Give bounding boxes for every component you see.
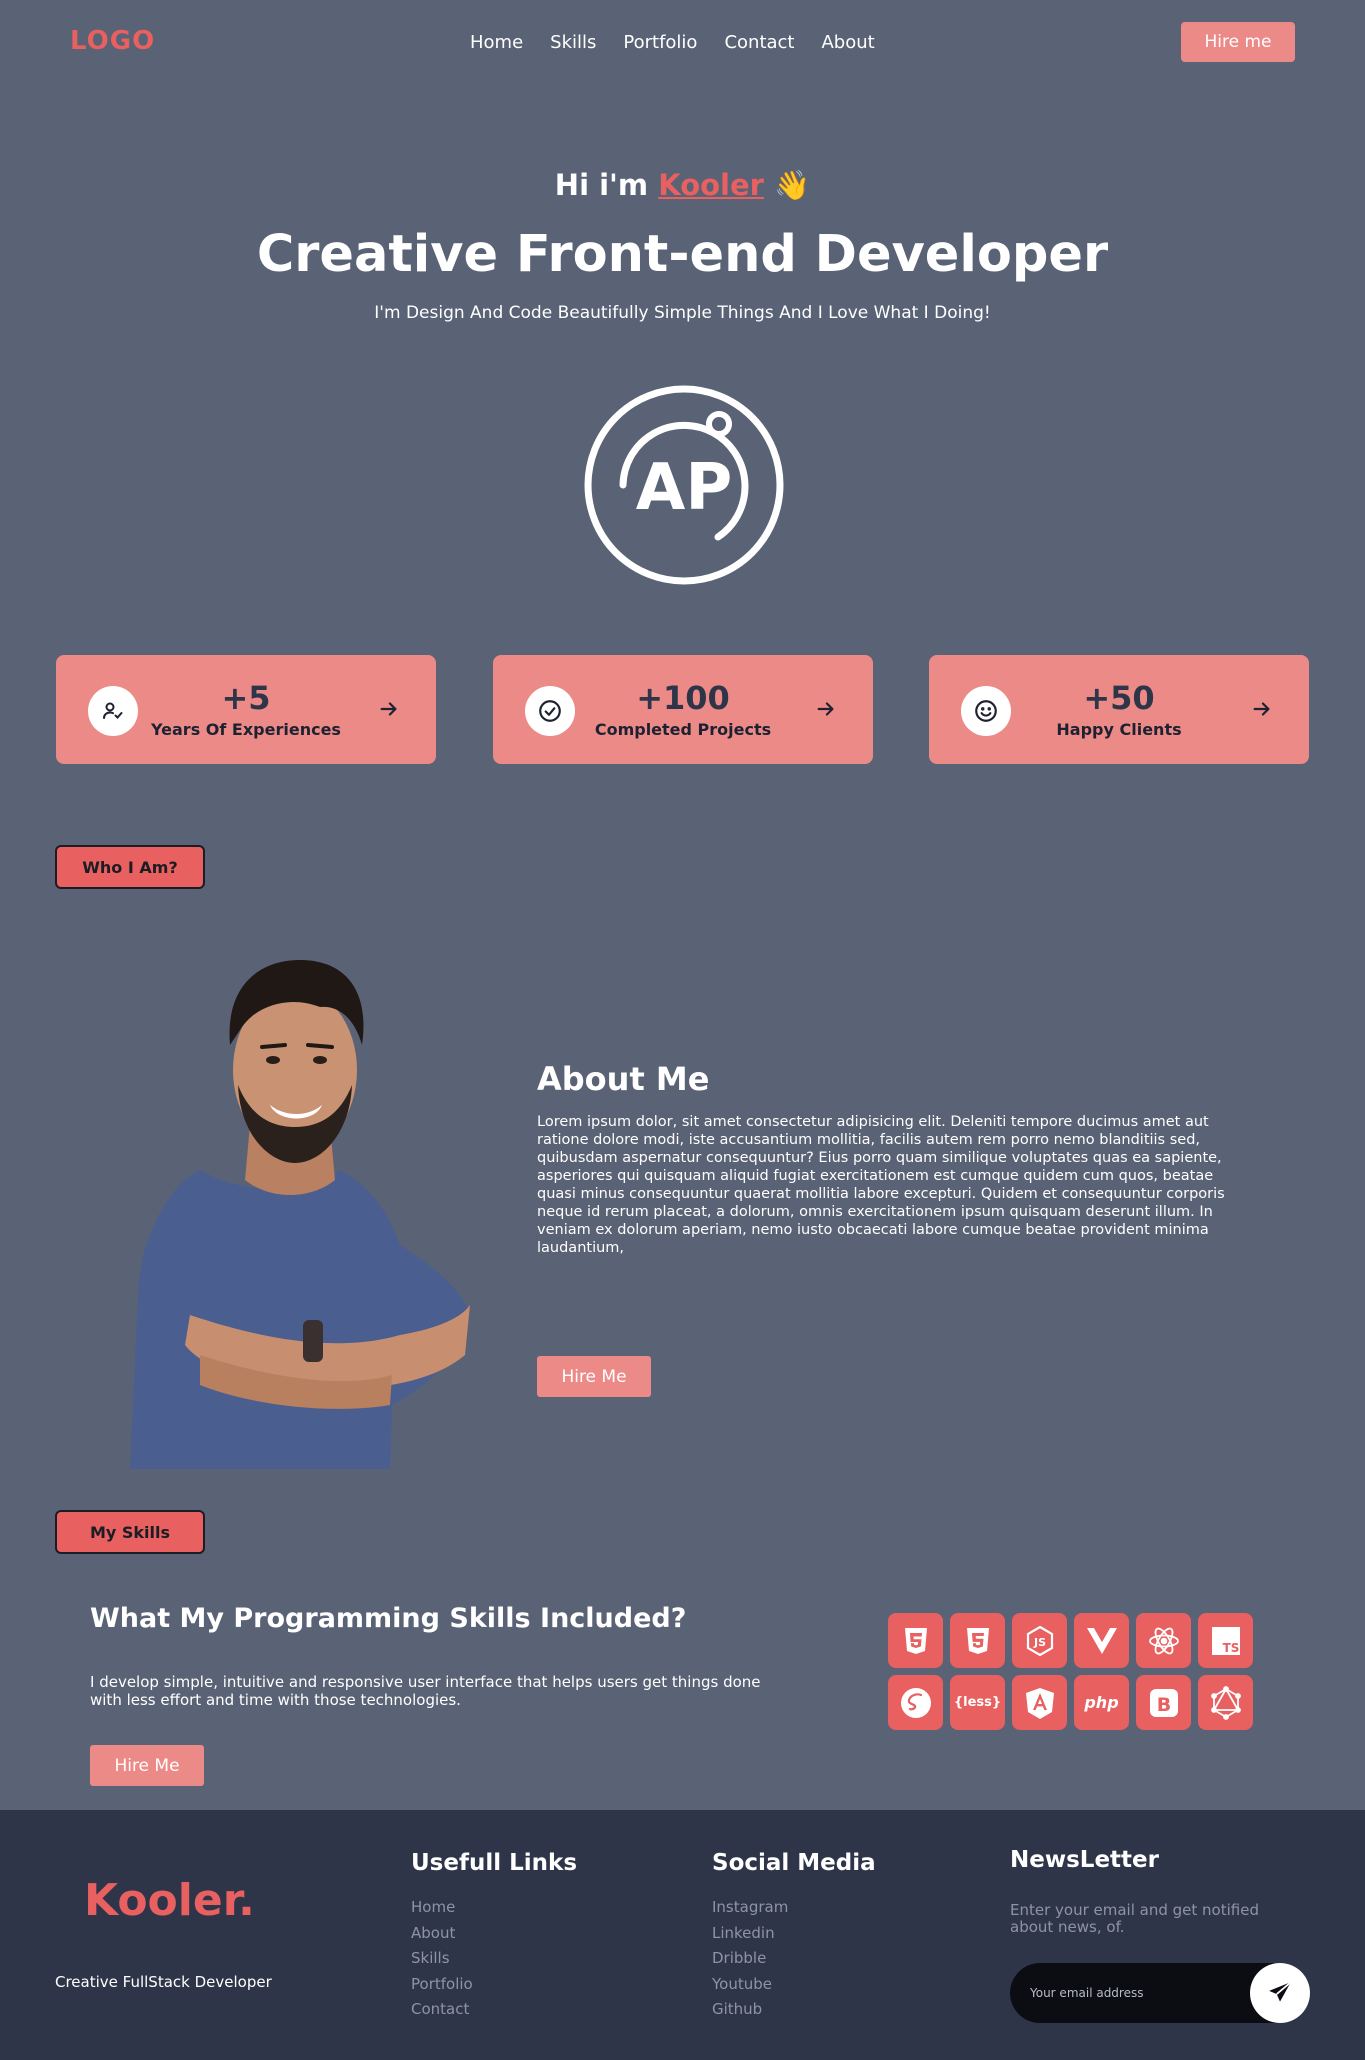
stat-label: Happy Clients [1056, 720, 1182, 739]
paper-plane-icon [1269, 1981, 1292, 2002]
stat-card-experience[interactable]: +5 Years Of Experiences [56, 655, 436, 764]
angular-icon [1012, 1675, 1067, 1730]
newsletter-heading: NewsLetter [1010, 1847, 1159, 1873]
my-skills-tag: My Skills [55, 1510, 205, 1554]
hire-me-button[interactable]: Hire me [1181, 22, 1295, 62]
useful-links-heading: Usefull Links [411, 1850, 578, 1876]
vue-icon [1074, 1613, 1129, 1668]
graphql-icon [1198, 1675, 1253, 1730]
useful-links-list: Home About Skills Portfolio Contact [411, 1895, 473, 2023]
footer-tagline: Creative FullStack Developer [55, 1973, 272, 1991]
wave-icon: 👋 [774, 168, 811, 202]
nav-link-skills[interactable]: Skills [550, 32, 596, 53]
js-text: JS [1032, 1636, 1045, 1649]
profile-photo [130, 960, 470, 1469]
social-link-youtube[interactable]: Youtube [712, 1972, 788, 1998]
social-link-instagram[interactable]: Instagram [712, 1895, 788, 1921]
bootstrap-icon: B [1136, 1675, 1191, 1730]
nav-link-about[interactable]: About [821, 32, 874, 53]
css3-icon [950, 1613, 1005, 1668]
arrow-right-icon [380, 702, 397, 716]
php-icon: php [1074, 1675, 1129, 1730]
typescript-icon: TS [1198, 1613, 1253, 1668]
logo[interactable]: LOGO [70, 26, 155, 56]
arrow-right-icon [1253, 702, 1270, 716]
footer-link-portfolio[interactable]: Portfolio [411, 1972, 473, 1998]
social-link-github[interactable]: Github [712, 1997, 788, 2023]
hire-me-button[interactable]: Hire Me [90, 1745, 204, 1786]
react-icon [1136, 1613, 1191, 1668]
footer-link-contact[interactable]: Contact [411, 1997, 473, 2023]
footer-link-about[interactable]: About [411, 1921, 473, 1947]
footer-link-home[interactable]: Home [411, 1895, 473, 1921]
skills-text: I develop simple, intuitive and responsi… [90, 1673, 761, 1709]
stat-label: Years Of Experiences [151, 720, 341, 739]
hero-name: Kooler [658, 168, 764, 202]
ts-text: TS [1222, 1641, 1239, 1655]
about-title: About Me [537, 1060, 710, 1098]
who-i-am-tag: Who I Am? [55, 845, 205, 889]
social-media-list: Instagram Linkedin Dribble Youtube Githu… [712, 1895, 788, 2023]
social-link-dribble[interactable]: Dribble [712, 1946, 788, 1972]
newsletter-text: Enter your email and get notified about … [1010, 1901, 1259, 1936]
php-text: php [1084, 1693, 1119, 1712]
nav-link-contact[interactable]: Contact [724, 32, 794, 53]
newsletter-form [1010, 1963, 1310, 2023]
bootstrap-text: B [1156, 1694, 1170, 1716]
arrow-right-icon [817, 702, 834, 716]
hero-subtitle: I'm Design And Code Beautifully Simple T… [374, 303, 991, 323]
about-text: Lorem ipsum dolor, sit amet consectetur … [537, 1114, 1225, 1256]
ap-logo-text: AP [636, 451, 732, 525]
stat-label: Completed Projects [594, 720, 772, 739]
footer-link-skills[interactable]: Skills [411, 1946, 473, 1972]
stat-card-clients[interactable]: +50 Happy Clients [929, 655, 1309, 764]
html5-icon [888, 1613, 943, 1668]
footer-brand[interactable]: Kooler. [84, 1875, 255, 1926]
hire-me-button[interactable]: Hire Me [537, 1356, 651, 1397]
greeting-prefix: Hi i'm [554, 168, 649, 202]
ap-logo-icon: AP [584, 385, 784, 585]
send-button[interactable] [1250, 1963, 1310, 2023]
less-icon: {less} [950, 1675, 1005, 1730]
nav-link-home[interactable]: Home [470, 32, 523, 53]
social-media-heading: Social Media [712, 1850, 876, 1876]
stat-card-projects[interactable]: +100 Completed Projects [493, 655, 873, 764]
email-input[interactable] [1030, 1983, 1250, 2003]
skills-icon-grid: JS TS {less} php B [888, 1613, 1253, 1730]
sass-icon [888, 1675, 943, 1730]
less-text: {less} [953, 1695, 1002, 1710]
main-nav: Home Skills Portfolio Contact About [470, 32, 875, 53]
social-link-linkedin[interactable]: Linkedin [712, 1921, 788, 1947]
hero-greeting: Hi i'm Kooler 👋 [0, 168, 1365, 203]
skills-title: What My Programming Skills Included? [90, 1603, 687, 1634]
hero-title: Creative Front-end Developer [256, 225, 1109, 284]
nav-link-portfolio[interactable]: Portfolio [623, 32, 697, 53]
javascript-icon: JS [1012, 1613, 1067, 1668]
